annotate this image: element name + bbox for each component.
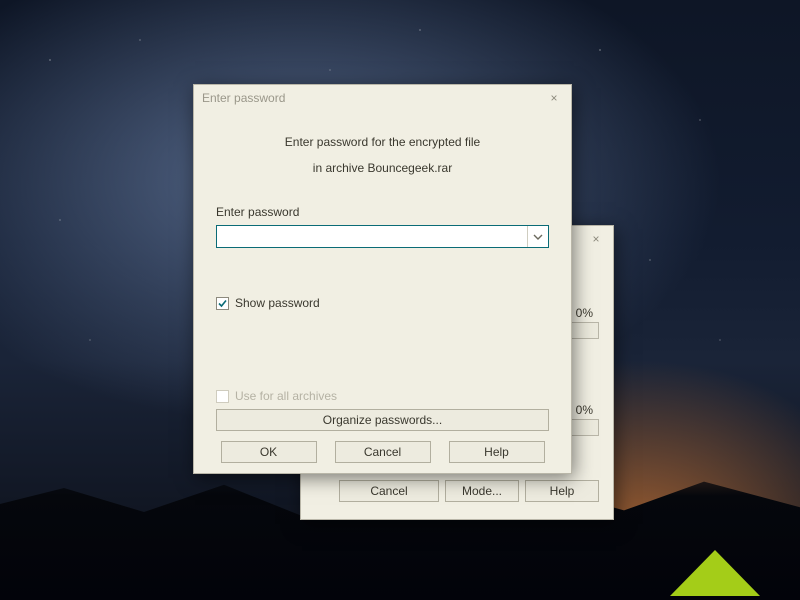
close-glyph: × — [592, 232, 599, 246]
password-combobox[interactable] — [216, 225, 549, 248]
prompt-line-2: in archive Bouncegeek.rar — [216, 161, 549, 175]
password-field-label: Enter password — [216, 205, 549, 219]
desktop-wallpaper: × 0% 0% bg pause Cancel Mode... Help Ent… — [0, 0, 800, 600]
cancel-button[interactable]: Cancel — [339, 480, 439, 502]
password-titlebar[interactable]: Enter password × — [194, 85, 571, 111]
checkbox-icon — [216, 297, 229, 310]
ok-button[interactable]: OK — [221, 441, 317, 463]
show-password-label: Show password — [235, 296, 320, 310]
close-icon[interactable]: × — [579, 226, 613, 252]
close-glyph: × — [550, 91, 557, 105]
help-button[interactable]: Help — [525, 480, 599, 502]
cancel-button[interactable]: Cancel — [335, 441, 431, 463]
mode-button[interactable]: Mode... — [445, 480, 519, 502]
show-password-checkbox[interactable]: Show password — [216, 296, 549, 310]
dialog-title: Enter password — [202, 91, 285, 105]
help-button[interactable]: Help — [449, 441, 545, 463]
password-input[interactable] — [216, 225, 549, 248]
organize-passwords-button[interactable]: Organize passwords... — [216, 409, 549, 431]
checkbox-icon — [216, 390, 229, 403]
use-for-all-archives-label: Use for all archives — [235, 389, 337, 403]
close-icon[interactable]: × — [537, 85, 571, 111]
enter-password-dialog: Enter password × Enter password for the … — [193, 84, 572, 474]
use-for-all-archives-checkbox: Use for all archives — [216, 389, 549, 403]
prompt-line-1: Enter password for the encrypted file — [216, 135, 549, 149]
chevron-down-icon[interactable] — [527, 226, 548, 247]
